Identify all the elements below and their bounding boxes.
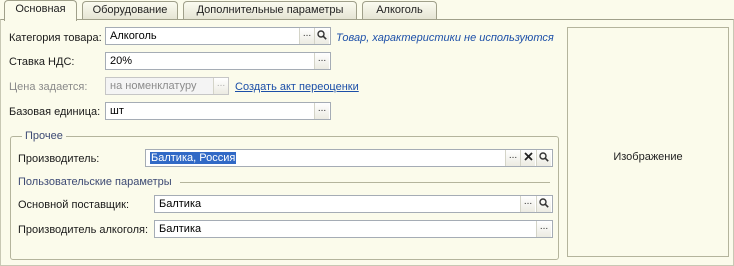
create-revaluation-link[interactable]: Создать акт переоценки xyxy=(235,80,359,94)
vat-value: 20% xyxy=(110,55,133,67)
main-supplier-label: Основной поставщик: xyxy=(18,199,129,211)
tab-alcohol[interactable]: Алкоголь xyxy=(362,1,437,20)
alcohol-producer-label: Производитель алкоголя: xyxy=(18,224,149,236)
manufacturer-clear-button[interactable] xyxy=(520,150,535,166)
category-label: Категория товара: xyxy=(9,32,102,44)
vat-select-button[interactable]: ... xyxy=(314,53,329,69)
tab-equipment[interactable]: Оборудование xyxy=(82,1,178,20)
category-select-button[interactable]: ... xyxy=(299,28,314,44)
tab-additional-params[interactable]: Дополнительные параметры xyxy=(183,1,357,20)
base-unit-value: шт xyxy=(110,105,124,117)
manufacturer-select-button[interactable]: ... xyxy=(505,150,520,166)
main-supplier-search-button[interactable] xyxy=(536,196,551,212)
other-group-title: Прочее xyxy=(22,129,66,143)
category-field[interactable]: Алкоголь xyxy=(105,27,331,45)
image-panel[interactable]: Изображение xyxy=(567,27,729,257)
search-icon xyxy=(317,30,327,40)
custom-params-divider xyxy=(180,182,550,183)
image-label: Изображение xyxy=(613,151,683,163)
main-supplier-select-button[interactable]: ... xyxy=(520,196,535,212)
base-unit-field[interactable]: шт xyxy=(105,102,331,120)
vat-label: Ставка НДС: xyxy=(9,56,75,68)
search-icon xyxy=(539,152,549,162)
price-select-button: ... xyxy=(213,78,228,94)
alcohol-producer-value: Балтика xyxy=(159,223,202,235)
manufacturer-field[interactable]: Балтика, Россия xyxy=(145,149,553,167)
clear-icon xyxy=(523,152,533,161)
category-value: Алкоголь xyxy=(110,30,157,42)
price-label: Цена задается: xyxy=(9,81,88,93)
tab-main[interactable]: Основная xyxy=(4,0,77,21)
custom-params-title: Пользовательские параметры xyxy=(18,175,175,189)
price-field: на номенклатуру xyxy=(105,77,229,95)
manufacturer-value: Балтика, Россия xyxy=(150,152,237,164)
base-unit-label: Базовая единица: xyxy=(9,106,101,118)
category-hint: Товар, характеристики не используются xyxy=(336,32,554,44)
vat-field[interactable]: 20% xyxy=(105,52,331,70)
alcohol-producer-select-button[interactable]: ... xyxy=(536,221,551,237)
search-icon xyxy=(539,198,549,208)
manufacturer-label: Производитель: xyxy=(18,153,100,165)
manufacturer-search-button[interactable] xyxy=(536,150,551,166)
price-value: на номенклатуру xyxy=(110,80,197,92)
alcohol-producer-field[interactable]: Балтика xyxy=(154,220,553,238)
main-supplier-field[interactable]: Балтика xyxy=(154,195,553,213)
base-unit-select-button[interactable]: ... xyxy=(314,103,329,119)
category-search-button[interactable] xyxy=(314,28,329,44)
main-supplier-value: Балтика xyxy=(159,198,202,210)
